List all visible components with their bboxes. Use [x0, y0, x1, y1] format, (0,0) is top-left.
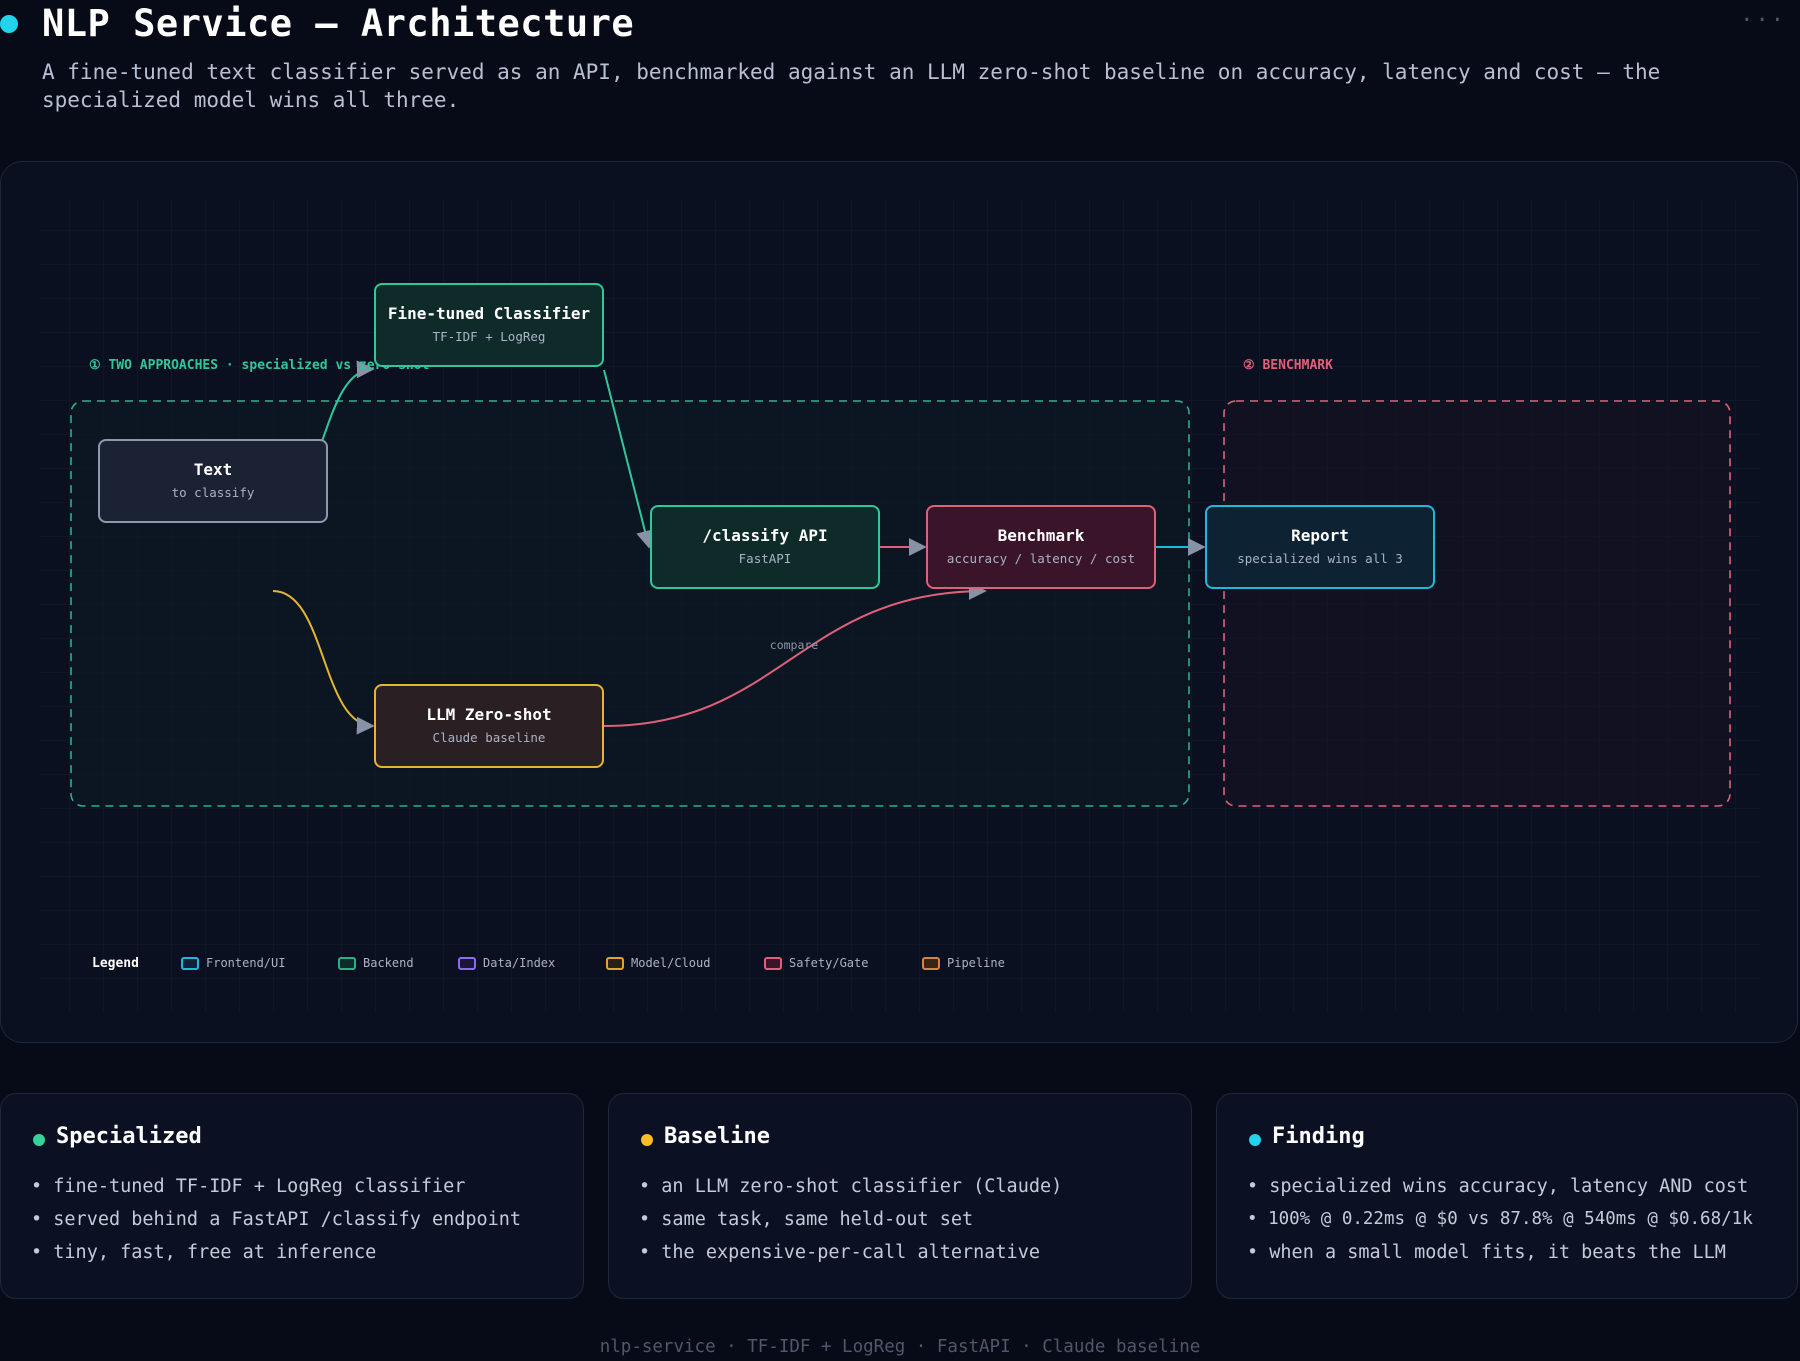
- list-item: • specialized wins accuracy, latency AND…: [1247, 1176, 1749, 1197]
- edge-compare-label: compare: [770, 638, 819, 652]
- group-benchmark-label: ② BENCHMARK: [1243, 358, 1333, 373]
- card-title: Specialized: [56, 1124, 202, 1149]
- card-title: Finding: [1272, 1124, 1365, 1149]
- legend-item-safety-gate: Safety/Gate: [764, 956, 868, 970]
- legend-item-pipeline: Pipeline: [922, 956, 1005, 970]
- card-baseline: Baseline • an LLM zero-shot classifier (…: [608, 1093, 1192, 1299]
- card-list: • fine-tuned TF-IDF + LogReg classifier …: [31, 1170, 521, 1269]
- legend-swatch: [606, 956, 624, 970]
- card-finding: Finding • specialized wins accuracy, lat…: [1216, 1093, 1798, 1299]
- list-item: • same task, same held-out set: [639, 1209, 974, 1230]
- node-classifier[interactable]: Fine-tuned Classifier TF-IDF + LogReg: [374, 283, 604, 367]
- node-text-subtitle: to classify: [171, 485, 255, 500]
- more-icon[interactable]: ···: [1740, 8, 1786, 33]
- legend-title: Legend: [92, 956, 139, 971]
- footer-text: nlp-service · TF-IDF + LogReg · FastAPI …: [599, 1337, 1201, 1357]
- node-llm[interactable]: LLM Zero-shot Claude baseline: [374, 684, 604, 768]
- list-item: • 100% @ 0.22ms @ $0 vs 87.8% @ 540ms @ …: [1247, 1209, 1753, 1229]
- legend-swatch: [458, 956, 476, 970]
- node-text-title: Text: [193, 460, 233, 479]
- legend-label: Backend: [363, 956, 414, 970]
- list-item: • served behind a FastAPI /classify endp…: [31, 1209, 522, 1230]
- legend-swatch: [764, 956, 782, 970]
- node-benchmark[interactable]: Benchmark accuracy / latency / cost: [926, 505, 1156, 589]
- diagram-canvas: compare: [39, 200, 1761, 1012]
- card-list: • specialized wins accuracy, latency AND…: [1247, 1170, 1753, 1269]
- legend-swatch: [181, 956, 199, 970]
- card-status-dot: [641, 1134, 653, 1146]
- legend-label: Model/Cloud: [631, 956, 711, 970]
- legend-swatch: [338, 956, 356, 970]
- diagram-panel: compare ① TWO APPROACHES · specialized v…: [0, 161, 1798, 1043]
- legend-item-data-index: Data/Index: [458, 956, 555, 970]
- legend-label: Data/Index: [483, 956, 556, 970]
- node-text[interactable]: Text to classify: [98, 439, 328, 523]
- card-status-dot: [1249, 1134, 1261, 1146]
- list-item: • when a small model fits, it beats the …: [1247, 1242, 1726, 1263]
- legend-label: Safety/Gate: [789, 956, 869, 970]
- node-api-subtitle: FastAPI: [738, 551, 792, 566]
- page-subtitle: A fine-tuned text classifier served as a…: [42, 60, 1661, 112]
- list-item: • fine-tuned TF-IDF + LogReg classifier: [31, 1176, 466, 1197]
- node-report[interactable]: Report specialized wins all 3: [1205, 505, 1435, 589]
- node-llm-title: LLM Zero-shot: [426, 705, 552, 724]
- list-item: • tiny, fast, free at inference: [31, 1242, 377, 1263]
- list-item: • an LLM zero-shot classifier (Claude): [639, 1176, 1063, 1197]
- card-status-dot: [33, 1134, 45, 1146]
- node-classifier-title: Fine-tuned Classifier: [387, 304, 591, 323]
- legend-swatch: [922, 956, 940, 970]
- node-api[interactable]: /classify API FastAPI: [650, 505, 880, 589]
- legend-label: Pipeline: [947, 956, 1005, 970]
- legend-label: Frontend/UI: [206, 956, 286, 970]
- legend-item-backend: Backend: [338, 956, 414, 970]
- legend-item-frontend: Frontend/UI: [181, 956, 285, 970]
- node-api-title: /classify API: [702, 526, 828, 545]
- group-benchmark-box: [1223, 400, 1731, 807]
- node-report-subtitle: specialized wins all 3: [1237, 551, 1403, 566]
- list-item: • the expensive-per-call alternative: [639, 1242, 1040, 1263]
- card-title: Baseline: [664, 1124, 770, 1149]
- node-llm-subtitle: Claude baseline: [432, 730, 546, 745]
- node-benchmark-title: Benchmark: [997, 526, 1085, 545]
- card-specialized: Specialized • fine-tuned TF-IDF + LogReg…: [0, 1093, 584, 1299]
- node-benchmark-subtitle: accuracy / latency / cost: [946, 551, 1136, 566]
- card-list: • an LLM zero-shot classifier (Claude) •…: [639, 1170, 1062, 1269]
- node-classifier-subtitle: TF-IDF + LogReg: [432, 329, 546, 344]
- node-report-title: Report: [1291, 526, 1349, 545]
- page-title: NLP Service — Architecture: [42, 2, 635, 45]
- legend-item-model-cloud: Model/Cloud: [606, 956, 710, 970]
- title-status-dot: [0, 15, 18, 33]
